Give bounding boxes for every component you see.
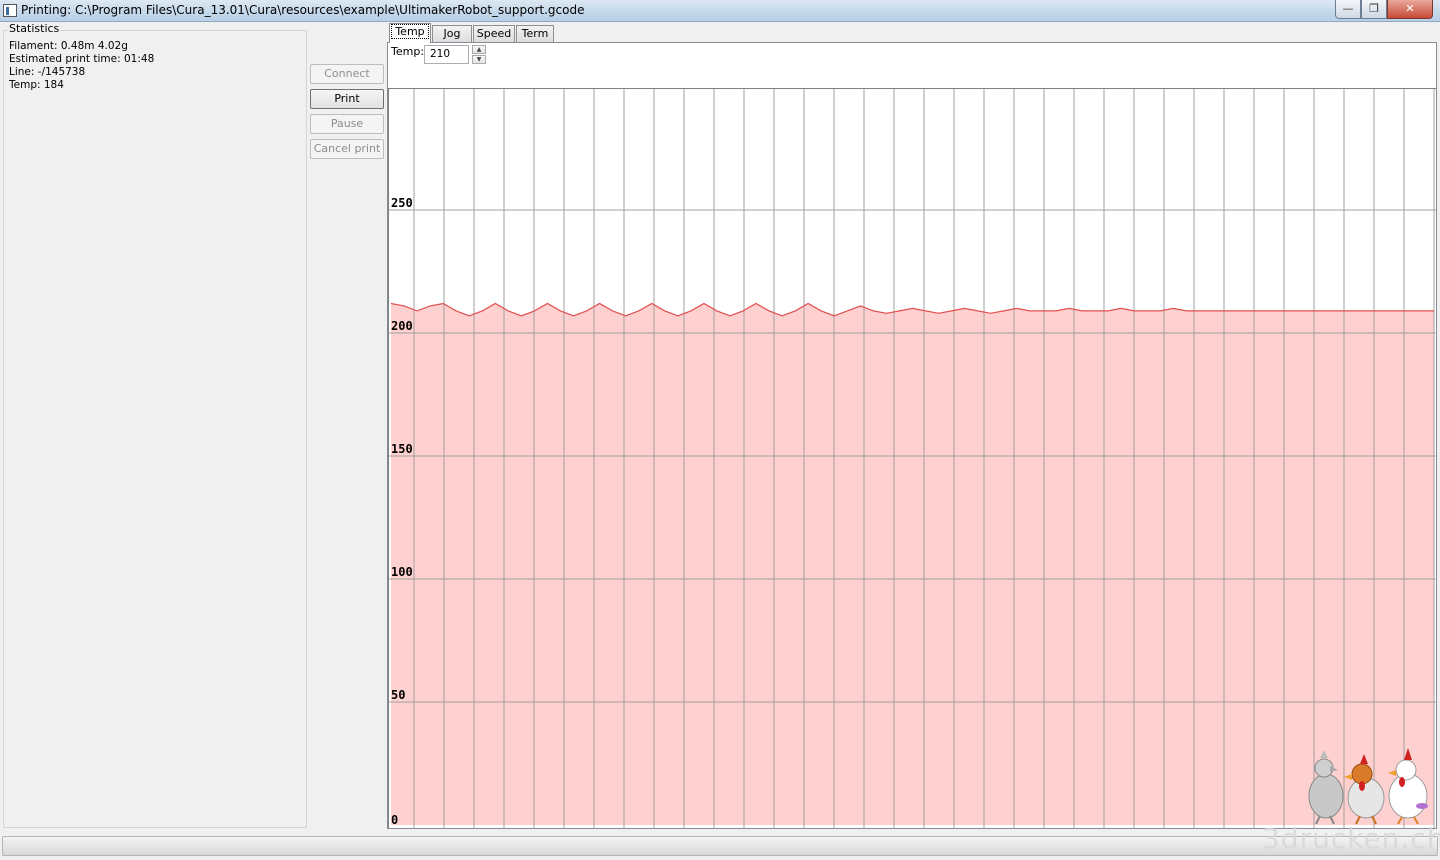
print-button[interactable]: Print bbox=[310, 89, 384, 109]
app-icon bbox=[3, 4, 17, 17]
y-tick-label: 200 bbox=[391, 319, 413, 333]
temp-stat: Temp: 184 bbox=[9, 79, 64, 91]
white-chicken bbox=[1388, 748, 1428, 825]
brown-chicken bbox=[1344, 754, 1385, 825]
line-stat: Line: -/145738 bbox=[9, 66, 86, 78]
close-button[interactable]: ✕ bbox=[1387, 0, 1433, 19]
minimize-button[interactable]: — bbox=[1335, 0, 1361, 19]
temp-spin-input[interactable]: 210 bbox=[424, 45, 469, 64]
window-title: Printing: C:\Program Files\Cura_13.01\Cu… bbox=[21, 3, 585, 17]
y-tick-label: 0 bbox=[391, 813, 398, 827]
print-time-stat: Estimated print time: 01:48 bbox=[9, 53, 155, 65]
filament-stat: Filament: 0.48m 4.02g bbox=[9, 40, 128, 52]
temp-down-arrow-icon[interactable]: ▼ bbox=[472, 55, 486, 64]
y-tick-label: 150 bbox=[391, 442, 413, 456]
statistics-legend: Statistics bbox=[8, 22, 61, 35]
statistics-panel bbox=[3, 30, 307, 828]
tab-speed[interactable]: Speed bbox=[473, 25, 515, 43]
y-tick-label: 100 bbox=[391, 565, 413, 579]
temp-up-arrow-icon[interactable]: ▲ bbox=[472, 45, 486, 54]
tab-temp-label: Temp bbox=[391, 24, 429, 39]
temperature-area bbox=[391, 303, 1434, 825]
watermark-text: 3drucken.ch bbox=[1262, 822, 1440, 855]
gray-chicken bbox=[1308, 750, 1344, 825]
connect-button[interactable]: Connect bbox=[310, 64, 384, 84]
pause-button[interactable]: Pause bbox=[310, 114, 384, 134]
title-bar: Printing: C:\Program Files\Cura_13.01\Cu… bbox=[0, 0, 1440, 22]
tab-term[interactable]: Term bbox=[516, 25, 554, 43]
y-tick-label: 250 bbox=[391, 196, 413, 210]
y-tick-label: 50 bbox=[391, 688, 405, 702]
cancel-print-button[interactable]: Cancel print bbox=[310, 139, 384, 159]
print-progress-bar bbox=[2, 836, 1438, 856]
maximize-button[interactable]: ❐ bbox=[1361, 0, 1387, 19]
tab-temp[interactable]: Temp bbox=[389, 23, 431, 43]
chicken-mascots-image bbox=[1308, 748, 1428, 825]
tab-jog[interactable]: Jog bbox=[432, 25, 472, 43]
temp-label: Temp: bbox=[391, 45, 425, 58]
temperature-graph: 0 50 100 150 200 250 bbox=[388, 88, 1436, 828]
